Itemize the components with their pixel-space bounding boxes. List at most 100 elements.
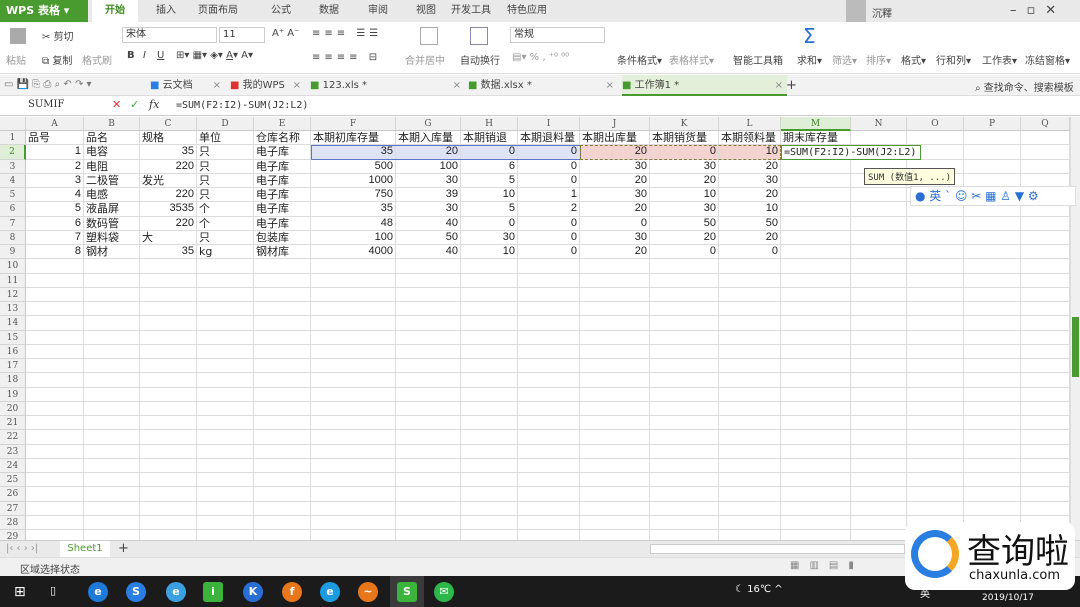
cell-A6[interactable]: 5: [26, 202, 84, 217]
horizontal-scrollbar[interactable]: [650, 544, 905, 554]
cell-L14[interactable]: [719, 316, 781, 331]
cell-M6[interactable]: [781, 202, 851, 217]
cell-I7[interactable]: 0: [518, 216, 580, 231]
cell-B5[interactable]: 电感: [84, 188, 140, 203]
row-header[interactable]: 1: [0, 131, 26, 146]
cell-I17[interactable]: [518, 359, 580, 374]
cell-G17[interactable]: [396, 359, 461, 374]
close-tab-icon[interactable]: ×: [213, 75, 221, 96]
cell-K25[interactable]: [650, 473, 719, 488]
cell-I18[interactable]: [518, 373, 580, 388]
bold-button[interactable]: B: [127, 50, 135, 61]
cell-B7[interactable]: 数码管: [84, 216, 140, 231]
cell-M7[interactable]: [781, 216, 851, 231]
menu-tab[interactable]: 视图: [403, 0, 449, 22]
cell-J5[interactable]: 30: [580, 188, 650, 203]
cell-B15[interactable]: [84, 330, 140, 345]
cell-Q24[interactable]: [1021, 458, 1070, 473]
cell-L28[interactable]: [719, 515, 781, 530]
formula-input[interactable]: =SUM(F2:I2)-SUM(J2:L2): [176, 97, 1066, 115]
cell-C9[interactable]: 35: [140, 245, 197, 260]
cell-D8[interactable]: 只: [197, 230, 254, 245]
cell-D2[interactable]: 只: [197, 145, 254, 160]
cell-F21[interactable]: [311, 416, 396, 431]
cell-C20[interactable]: [140, 401, 197, 416]
cell-A17[interactable]: [26, 359, 84, 374]
menu-tab[interactable]: 公式: [258, 0, 304, 22]
cell-N22[interactable]: [851, 430, 907, 445]
cell-F29[interactable]: [311, 530, 396, 540]
cell-F8[interactable]: 100: [311, 230, 396, 245]
cell-E2[interactable]: 电子库: [254, 145, 311, 160]
column-header[interactable]: A: [26, 117, 84, 131]
cell-E18[interactable]: [254, 373, 311, 388]
cell-E7[interactable]: 电子库: [254, 216, 311, 231]
user-name[interactable]: 沉釋: [872, 5, 892, 20]
cell-F6[interactable]: 35: [311, 202, 396, 217]
cell-C24[interactable]: [140, 458, 197, 473]
cell-E15[interactable]: [254, 330, 311, 345]
quick-access-icons[interactable]: ▭ 💾 ⎘ ⎙ ⌕ ↶ ↷ ▾: [4, 79, 92, 90]
window-controls[interactable]: –▫✕: [1010, 3, 1080, 18]
cell-G26[interactable]: [396, 487, 461, 502]
cell-G7[interactable]: 40: [396, 216, 461, 231]
cell-L26[interactable]: [719, 487, 781, 502]
cell-C22[interactable]: [140, 430, 197, 445]
cell-M12[interactable]: [781, 287, 851, 302]
select-all-corner[interactable]: [0, 117, 26, 131]
cell-D5[interactable]: 只: [197, 188, 254, 203]
cell-N11[interactable]: [851, 273, 907, 288]
cell-Q17[interactable]: [1021, 359, 1070, 374]
cell-O14[interactable]: [907, 316, 964, 331]
cell-B22[interactable]: [84, 430, 140, 445]
cell-K4[interactable]: 20: [650, 173, 719, 188]
cell-C28[interactable]: [140, 515, 197, 530]
weather[interactable]: ☾ 16℃ ^: [735, 584, 783, 595]
cell-D23[interactable]: [197, 444, 254, 459]
cell-P14[interactable]: [964, 316, 1021, 331]
cell-I21[interactable]: [518, 416, 580, 431]
cell-B23[interactable]: [84, 444, 140, 459]
cell-D14[interactable]: [197, 316, 254, 331]
cell-H14[interactable]: [461, 316, 518, 331]
cell-O21[interactable]: [907, 416, 964, 431]
cell-O9[interactable]: [907, 245, 964, 260]
cell-J4[interactable]: 20: [580, 173, 650, 188]
cell-A23[interactable]: [26, 444, 84, 459]
halign-buttons[interactable]: ≡≡≡≡ ⊟: [312, 52, 381, 63]
smart-toolbox-button[interactable]: 智能工具箱: [733, 52, 783, 67]
cell-J18[interactable]: [580, 373, 650, 388]
cell-B4[interactable]: 二极管: [84, 173, 140, 188]
cell-O13[interactable]: [907, 302, 964, 317]
cell-A13[interactable]: [26, 302, 84, 317]
cell-N1[interactable]: [851, 131, 907, 146]
cell-H16[interactable]: [461, 344, 518, 359]
cell-I8[interactable]: 0: [518, 230, 580, 245]
cell-F28[interactable]: [311, 515, 396, 530]
cell-D18[interactable]: [197, 373, 254, 388]
cell-L10[interactable]: [719, 259, 781, 274]
cell-E29[interactable]: [254, 530, 311, 540]
cell-J6[interactable]: 20: [580, 202, 650, 217]
cell-N17[interactable]: [851, 359, 907, 374]
cell-L23[interactable]: [719, 444, 781, 459]
close-tab-icon[interactable]: ×: [606, 75, 614, 96]
cell-I12[interactable]: [518, 287, 580, 302]
sheet-nav-arrows[interactable]: |‹ ‹ › ›|: [6, 543, 38, 554]
cancel-icon[interactable]: ✕: [112, 98, 121, 111]
cell-B27[interactable]: [84, 501, 140, 516]
cell-H7[interactable]: 0: [461, 216, 518, 231]
cell-C17[interactable]: [140, 359, 197, 374]
cell-E3[interactable]: 电子库: [254, 159, 311, 174]
cell-H25[interactable]: [461, 473, 518, 488]
cell-B25[interactable]: [84, 473, 140, 488]
cell-P26[interactable]: [964, 487, 1021, 502]
cell-Q9[interactable]: [1021, 245, 1070, 260]
cell-N8[interactable]: [851, 230, 907, 245]
cell-Q27[interactable]: [1021, 501, 1070, 516]
cell-Q1[interactable]: [1021, 131, 1070, 146]
cell-A1[interactable]: 品号: [26, 131, 84, 146]
cell-N27[interactable]: [851, 501, 907, 516]
cell-B24[interactable]: [84, 458, 140, 473]
cell-A18[interactable]: [26, 373, 84, 388]
